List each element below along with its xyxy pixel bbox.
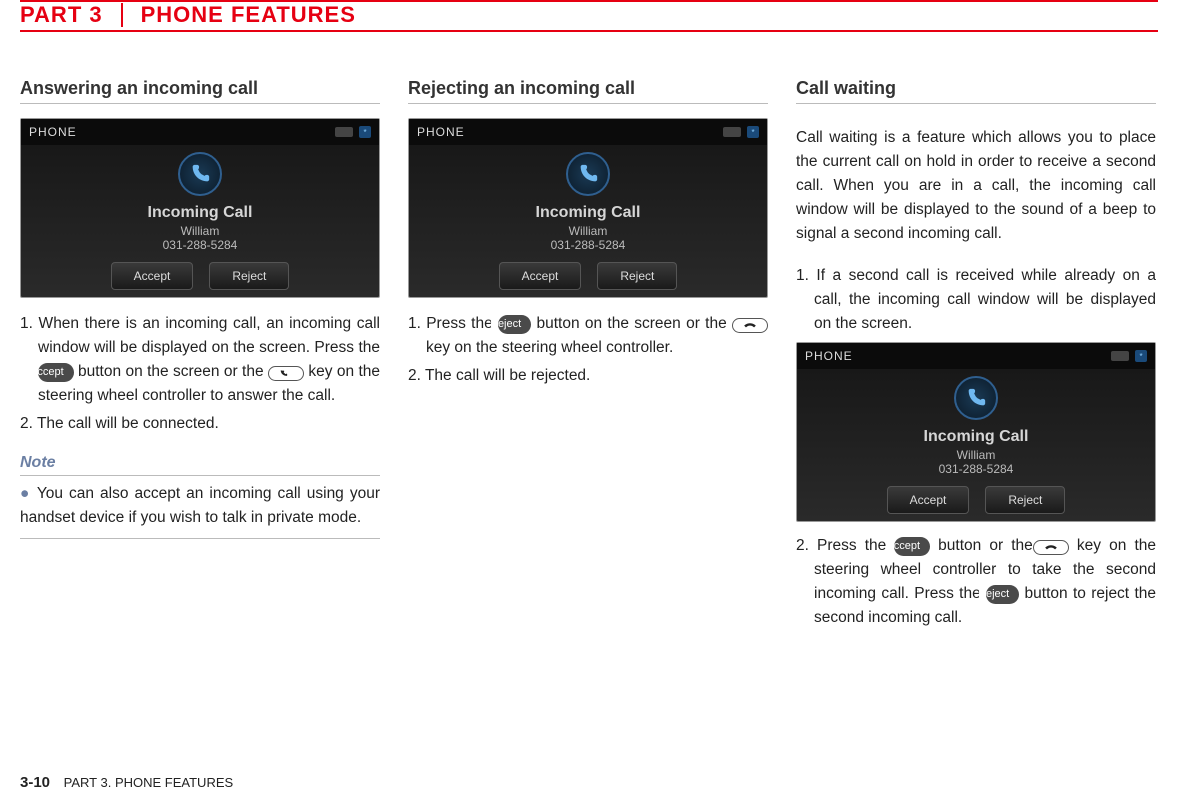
screenshot-accept-button: Accept xyxy=(499,262,582,290)
screenshot-accept-button: Accept xyxy=(111,262,194,290)
page-number: 3-10 xyxy=(20,774,50,791)
reject-pill: Reject xyxy=(986,585,1019,604)
rejecting-step-1: 1. Press the Reject button on the screen… xyxy=(408,312,768,360)
caller-number: 031-288-5284 xyxy=(939,462,1014,476)
rejecting-step-2: 2. The call will be rejected. xyxy=(408,364,768,388)
status-icons xyxy=(335,126,371,138)
bullet-icon: ● xyxy=(20,485,31,502)
part-label: PART 3 xyxy=(20,2,103,28)
text: key on the steering wheel controller. xyxy=(426,339,673,356)
text: 1. When there is an incoming call, an in… xyxy=(20,315,380,356)
note-heading: Note xyxy=(20,454,380,476)
screenshot-accept-button: Accept xyxy=(887,486,970,514)
text: button on the screen or the xyxy=(531,315,732,332)
signal-icon xyxy=(335,127,353,137)
accept-pill: Accept xyxy=(894,537,930,556)
screenshot-reject-button: Reject xyxy=(985,486,1065,514)
hangup-key-icon xyxy=(732,318,768,333)
waiting-intro: Call waiting is a feature which allows y… xyxy=(796,126,1156,246)
column-answering: Answering an incoming call PHONE Incomin… xyxy=(20,78,380,634)
text: button or the xyxy=(930,537,1033,554)
column-rejecting: Rejecting an incoming call PHONE Incomin… xyxy=(408,78,768,634)
screenshot-reject-button: Reject xyxy=(597,262,677,290)
screenshot-answering: PHONE Incoming Call William 031-288-5284… xyxy=(20,118,380,298)
screenshot-title: PHONE xyxy=(805,349,853,363)
phone-ring-icon xyxy=(566,152,610,196)
bluetooth-icon xyxy=(747,126,759,138)
phone-ring-icon xyxy=(178,152,222,196)
caller-name: William xyxy=(181,224,220,238)
heading-rejecting: Rejecting an incoming call xyxy=(408,78,768,104)
chapter-title: PHONE FEATURES xyxy=(141,2,356,28)
waiting-step-1: 1. If a second call is received while al… xyxy=(796,264,1156,336)
note-text: You can also accept an incoming call usi… xyxy=(20,485,380,526)
status-icons xyxy=(1111,350,1147,362)
bluetooth-icon xyxy=(359,126,371,138)
text: button on the screen or the xyxy=(74,363,268,380)
answering-step-2: 2. The call will be connected. xyxy=(20,412,380,436)
caller-name: William xyxy=(957,448,996,462)
heading-answering: Answering an incoming call xyxy=(20,78,380,104)
note-body: ● You can also accept an incoming call u… xyxy=(20,482,380,539)
incoming-call-title: Incoming Call xyxy=(924,428,1029,446)
header-divider xyxy=(121,3,123,27)
incoming-call-title: Incoming Call xyxy=(536,204,641,222)
text: 1. Press the xyxy=(408,315,498,332)
answering-step-1: 1. When there is an incoming call, an in… xyxy=(20,312,380,408)
phone-ring-icon xyxy=(954,376,998,420)
incoming-call-title: Incoming Call xyxy=(148,204,253,222)
caller-number: 031-288-5284 xyxy=(163,238,238,252)
status-icons xyxy=(723,126,759,138)
column-waiting: Call waiting Call waiting is a feature w… xyxy=(796,78,1156,634)
text: 2. Press the xyxy=(796,537,894,554)
hangup-key-icon xyxy=(1033,540,1069,555)
bluetooth-icon xyxy=(1135,350,1147,362)
page-footer: 3-10 PART 3. PHONE FEATURES xyxy=(20,774,233,791)
signal-icon xyxy=(723,127,741,137)
screenshot-title: PHONE xyxy=(417,125,465,139)
caller-number: 031-288-5284 xyxy=(551,238,626,252)
heading-waiting: Call waiting xyxy=(796,78,1156,104)
screenshot-title: PHONE xyxy=(29,125,77,139)
screenshot-waiting: PHONE Incoming Call William 031-288-5284… xyxy=(796,342,1156,522)
accept-pill: Accept xyxy=(38,363,74,382)
caller-name: William xyxy=(569,224,608,238)
signal-icon xyxy=(1111,351,1129,361)
screenshot-reject-button: Reject xyxy=(209,262,289,290)
reject-pill: Reject xyxy=(498,315,531,334)
call-key-icon xyxy=(268,366,304,381)
page-header: PART 3 PHONE FEATURES xyxy=(20,0,1158,28)
header-rule xyxy=(20,30,1158,32)
footer-section: PART 3. PHONE FEATURES xyxy=(64,775,234,790)
waiting-step-2: 2. Press the Accept button or the key on… xyxy=(796,534,1156,630)
screenshot-rejecting: PHONE Incoming Call William 031-288-5284… xyxy=(408,118,768,298)
